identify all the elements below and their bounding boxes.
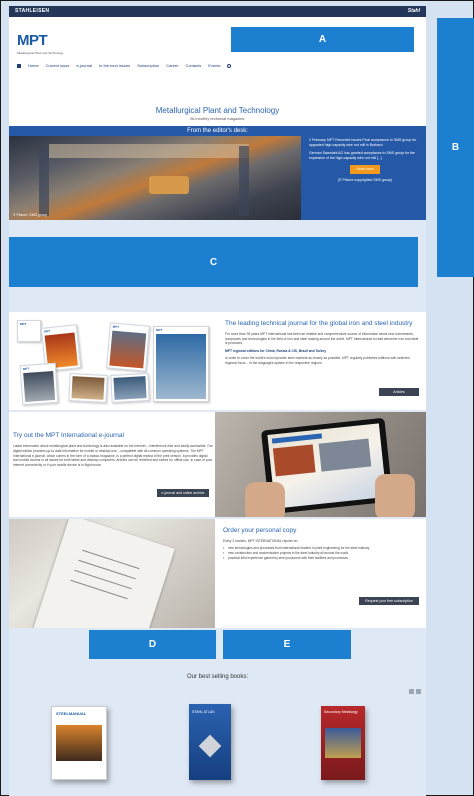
ejournal-heading: Try out the MPT International e-journal — [13, 432, 124, 439]
regional-editions-text: In order to cover the world's most dynam… — [225, 356, 410, 366]
label-box-b: B — [437, 18, 474, 277]
book-secondary-metallurgy[interactable]: Secondary Metallurgy — [321, 706, 365, 780]
label-box-c: C — [9, 237, 418, 287]
carousel-pager[interactable] — [409, 689, 421, 694]
cover-image — [71, 376, 105, 400]
nav-e-journal[interactable]: e-journal — [76, 63, 92, 68]
cover-title: MPT — [22, 366, 30, 372]
book-stahl-atlas[interactable]: STAHL ATLAS — [189, 704, 231, 780]
cover-2: MPT — [106, 322, 150, 372]
stahl-logo[interactable]: Stahl — [408, 8, 420, 14]
nav-career[interactable]: Career — [166, 63, 178, 68]
nav-next-issues[interactable]: In the next issues — [99, 63, 130, 68]
hero-title-block: Metallurgical Plant and Technology Bi-mo… — [9, 102, 426, 126]
news-summary: German Saarstahl AG has granted acceptan… — [309, 151, 415, 161]
cover-3: MPT — [19, 362, 59, 406]
order-bullet-list: new technologies and processes from inte… — [223, 546, 421, 562]
nav-events[interactable]: Events — [208, 63, 220, 68]
search-icon[interactable] — [227, 63, 232, 68]
label-box-e: E — [223, 630, 351, 659]
label-box-a: A — [231, 27, 414, 52]
logo-subtitle: Metallurgical Plant and Technology — [17, 51, 64, 55]
cover-title: MPT — [112, 324, 120, 330]
journal-intro: For more than 35 years MPT International… — [225, 332, 419, 346]
cover-title: MPT — [20, 322, 27, 326]
cover-4 — [68, 373, 108, 403]
regional-editions-link[interactable]: MPT regional editions for China, Russia … — [225, 349, 421, 354]
main-nav: Home Current issue e-journal In the next… — [17, 63, 232, 68]
journal-text: The leading technical journal for the gl… — [225, 320, 421, 369]
tablet-photo — [215, 412, 426, 517]
book-cover-diamond — [198, 734, 222, 758]
best-selling-books-title: Our best selling books: — [186, 674, 249, 680]
tablet-screen — [267, 423, 387, 509]
logo-text: MPT — [17, 32, 48, 49]
news-picture-credit: (© Picture copyrighted SMS group) — [337, 177, 393, 182]
editors-desk-label: From the editor's desk: — [187, 128, 248, 134]
left-hand — [245, 482, 285, 517]
book-cover-image — [325, 728, 361, 758]
page-subtitle: Bi-monthly technical magazine — [190, 116, 245, 121]
book-cover-image — [56, 725, 102, 761]
order-intro: Every 2 months, MPT INTERNATIONAL report… — [223, 539, 299, 543]
articles-button[interactable]: Articles — [379, 388, 419, 396]
order-bullet: practical field experience gained by ste… — [223, 556, 421, 561]
nav-contacts[interactable]: Contacts — [185, 63, 201, 68]
nav-current-issue[interactable]: Current issue — [46, 63, 70, 68]
editors-desk-banner: From the editor's desk: © Picture: SMS g… — [9, 126, 426, 220]
photo-column-left — [39, 146, 49, 216]
journal-section: MPT MPT MPT MPT MPT The leading technica… — [9, 312, 426, 410]
mpt-logo[interactable]: MPT Metallurgical Plant and Technology — [17, 32, 63, 55]
book-title: STAHL ATLAS — [192, 710, 215, 714]
cover-image — [156, 334, 206, 399]
label-box-d: D — [89, 630, 216, 659]
cover-5 — [110, 373, 150, 403]
open-magazine-photo — [9, 519, 215, 628]
ejournal-archive-button[interactable]: e-journal and online archive — [157, 489, 209, 497]
cover-image — [23, 370, 56, 403]
magazine-covers: MPT MPT MPT MPT MPT — [13, 316, 217, 406]
carousel-prev-icon[interactable] — [409, 689, 414, 694]
free-subscription-button[interactable]: Request your free subscription — [359, 597, 419, 605]
page-title: Metallurgical Plant and Technology — [155, 106, 280, 115]
news-teaser: 2 February MPT Recorded Issues Final acc… — [309, 138, 421, 187]
stahleisen-logo[interactable]: STAHLEISEN — [15, 8, 49, 14]
book-steelmanual[interactable]: STEELMANUAL — [51, 706, 107, 780]
cover-image — [109, 330, 147, 369]
book-title: STEELMANUAL — [56, 711, 87, 716]
carousel-next-icon[interactable] — [416, 689, 421, 694]
photo-roll — [149, 176, 189, 194]
cover-small: MPT — [17, 320, 41, 342]
photo-column-right — [239, 146, 249, 216]
book-title: Secondary Metallurgy — [324, 710, 358, 714]
cover-image — [113, 376, 147, 400]
order-heading: Order your personal copy — [223, 527, 297, 534]
read-more-button[interactable]: Read more — [350, 164, 380, 174]
cover-title: MPT — [43, 329, 51, 334]
ejournal-text: Try out the MPT International e-journal … — [13, 432, 213, 468]
order-text: Order your personal copy Every 2 months,… — [223, 527, 421, 561]
cover-large: MPT — [153, 326, 209, 402]
photo-credit: © Picture: SMS group — [13, 213, 47, 217]
screen-image-left — [272, 444, 316, 477]
webpage: STAHLEISEN Stahl MPT Metallurgical Plant… — [9, 6, 426, 796]
right-hand — [375, 474, 415, 517]
order-section: Order your personal copy Every 2 months,… — [9, 519, 426, 628]
editors-desk-photo: © Picture: SMS group — [9, 136, 301, 220]
news-headline[interactable]: 2 February MPT Recorded Issues Final acc… — [309, 138, 421, 147]
magazine-page — [33, 519, 175, 628]
screen-image-right — [318, 438, 372, 472]
home-icon[interactable] — [17, 63, 21, 68]
cover-title: MPT — [156, 328, 163, 332]
ejournal-body: Latest information about metallurgical p… — [13, 444, 213, 468]
nav-subscription[interactable]: Subscription — [137, 63, 159, 68]
nav-home[interactable]: Home — [28, 63, 39, 68]
top-bar: STAHLEISEN Stahl — [9, 6, 426, 17]
journal-heading: The leading technical journal for the gl… — [225, 320, 413, 327]
ejournal-section: Try out the MPT International e-journal … — [9, 412, 426, 517]
screen-header — [271, 433, 323, 444]
photo-beam — [49, 144, 249, 158]
